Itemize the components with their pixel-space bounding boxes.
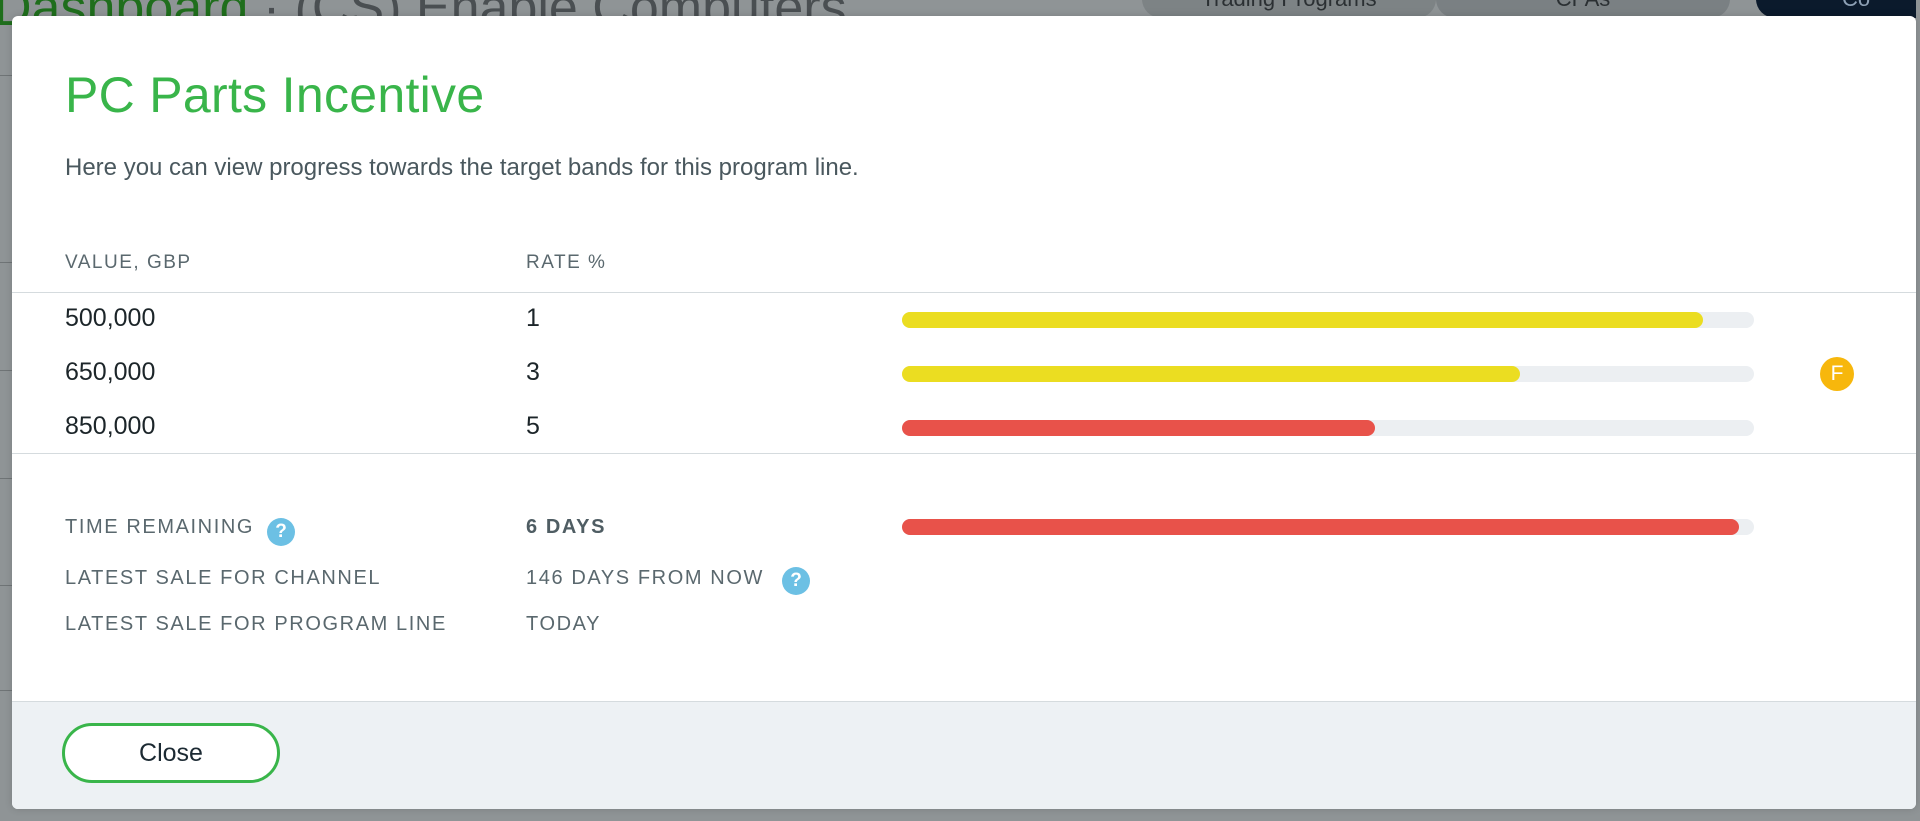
background-divider <box>0 75 12 76</box>
band-progress-fill <box>902 420 1375 436</box>
time-remaining-fill <box>902 519 1739 535</box>
band-progress-fill <box>902 312 1703 328</box>
latest-sale-program-line-label: LATEST SALE FOR PROGRAM LINE <box>65 613 447 635</box>
time-remaining-track <box>902 519 1754 535</box>
latest-sale-channel-label: LATEST SALE FOR CHANNEL <box>65 567 382 589</box>
column-header-rate: RATE % <box>526 252 607 273</box>
time-remaining-label: TIME REMAINING <box>65 516 255 538</box>
band-row: 650,000 3 F <box>12 354 1916 394</box>
background-divider <box>0 585 12 586</box>
band-value: 850,000 <box>65 412 156 440</box>
band-rate: 3 <box>526 358 540 386</box>
band-value: 500,000 <box>65 304 156 332</box>
modal-title: PC Parts Incentive <box>65 67 485 123</box>
band-progress-track <box>902 312 1754 328</box>
band-row: 850,000 5 <box>12 408 1916 448</box>
table-top-divider <box>12 292 1916 293</box>
time-remaining-value: 6 DAYS <box>526 516 607 538</box>
background-divider <box>0 690 12 691</box>
band-achieved-badge-icon: F <box>1820 357 1854 391</box>
band-row: 500,000 1 <box>12 300 1916 340</box>
background-divider <box>0 370 12 371</box>
latest-sale-channel-help-icon[interactable]: ? <box>782 567 810 595</box>
incentive-modal: PC Parts Incentive Here you can view pro… <box>12 16 1916 809</box>
band-progress-track <box>902 420 1754 436</box>
band-rate: 1 <box>526 304 540 332</box>
band-progress-track <box>902 366 1754 382</box>
column-header-value: VALUE, GBP <box>65 252 192 273</box>
background-right-strip <box>1916 0 1920 821</box>
latest-sale-channel-value: 146 DAYS FROM NOW <box>526 567 764 589</box>
time-remaining-help-icon[interactable]: ? <box>267 518 295 546</box>
latest-sale-program-line-value: TODAY <box>526 613 602 635</box>
band-progress-fill <box>902 366 1520 382</box>
band-rate: 5 <box>526 412 540 440</box>
table-bottom-divider <box>12 453 1916 454</box>
modal-footer: Close <box>12 701 1916 809</box>
background-divider <box>0 478 12 479</box>
modal-description: Here you can view progress towards the t… <box>65 154 859 181</box>
close-button[interactable]: Close <box>62 723 280 783</box>
background-divider <box>0 262 12 263</box>
band-value: 650,000 <box>65 358 156 386</box>
